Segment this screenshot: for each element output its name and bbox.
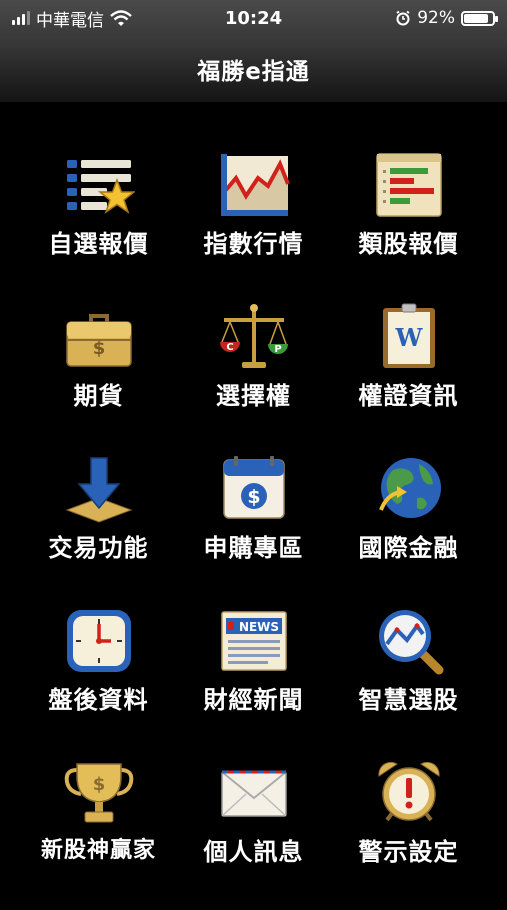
svg-text:$: $ [92, 774, 105, 795]
menu-label: 申購專區 [203, 534, 304, 562]
index-chart-icon [218, 150, 290, 220]
menu-item-index[interactable]: 指數行情 [176, 150, 331, 302]
status-bar: 中華電信 10:24 92% [0, 0, 507, 36]
warrant-document-icon: W [373, 302, 445, 372]
menu-item-options[interactable]: C P 選擇權 [176, 302, 331, 454]
menu-item-after-hours[interactable]: 盤後資料 [21, 606, 176, 758]
watchlist-star-icon [63, 150, 135, 220]
menu-item-international[interactable]: 國際金融 [331, 454, 486, 606]
page-title: 福勝e指通 [197, 59, 310, 85]
menu-item-subscription[interactable]: $ 申購專區 [176, 454, 331, 606]
download-arrow-icon [63, 454, 135, 524]
alarm-clock-icon [373, 758, 445, 828]
newspaper-icon: NEWS [218, 606, 290, 676]
wifi-icon [110, 10, 132, 26]
menu-label: 國際金融 [358, 534, 459, 562]
navigation-bar: 福勝e指通 [0, 36, 507, 103]
menu-label: 指數行情 [203, 230, 304, 258]
signal-icon [12, 11, 30, 25]
clock-icon [63, 606, 135, 676]
globe-icon [373, 454, 445, 524]
menu-item-alerts[interactable]: 警示設定 [331, 758, 486, 910]
menu-label: 選擇權 [216, 382, 291, 410]
menu-grid: 自選報價 指數行情 類股報價 $ 期貨 C P 選擇權 W 權證資訊 交易功能 … [0, 150, 507, 910]
menu-item-smart-picks[interactable]: 智慧選股 [331, 606, 486, 758]
menu-label: 警示設定 [358, 838, 459, 866]
sector-bars-icon [373, 150, 445, 220]
menu-item-warrants[interactable]: W 權證資訊 [331, 302, 486, 454]
menu-label: 類股報價 [358, 230, 459, 258]
magnifier-chart-icon [373, 606, 445, 676]
envelope-icon [218, 758, 290, 828]
carrier-label: 中華電信 [36, 10, 104, 31]
svg-text:$: $ [92, 338, 105, 359]
menu-label: 期貨 [73, 382, 124, 410]
put-letter: P [274, 344, 281, 355]
warrant-letter: W [394, 323, 423, 352]
menu-item-messages[interactable]: 個人訊息 [176, 758, 331, 910]
menu-label: 財經新聞 [203, 686, 304, 714]
battery-percent: 92% [417, 8, 455, 28]
menu-label: 盤後資料 [48, 686, 149, 714]
menu-item-stock-winner[interactable]: $ 新股神贏家 [21, 758, 176, 910]
call-letter: C [226, 342, 233, 353]
menu-item-news[interactable]: NEWS 財經新聞 [176, 606, 331, 758]
menu-label: 權證資訊 [358, 382, 459, 410]
menu-item-watchlist[interactable]: 自選報價 [21, 150, 176, 302]
menu-label: 個人訊息 [203, 838, 304, 866]
menu-label: 新股神贏家 [40, 838, 156, 863]
menu-label: 自選報價 [48, 230, 149, 258]
scale-cp-icon: C P [218, 302, 290, 372]
calendar-dollar-icon: $ [218, 454, 290, 524]
menu-item-trading[interactable]: 交易功能 [21, 454, 176, 606]
menu-item-sector[interactable]: 類股報價 [331, 150, 486, 302]
svg-text:$: $ [247, 486, 260, 508]
menu-label: 智慧選股 [358, 686, 459, 714]
battery-icon [461, 10, 498, 26]
briefcase-dollar-icon: $ [63, 302, 135, 372]
menu-item-futures[interactable]: $ 期貨 [21, 302, 176, 454]
news-text: NEWS [238, 620, 278, 634]
clock-time: 10:24 [224, 7, 283, 29]
menu-label: 交易功能 [48, 534, 149, 562]
alarm-icon [396, 10, 410, 26]
trophy-dollar-icon: $ [63, 758, 135, 828]
